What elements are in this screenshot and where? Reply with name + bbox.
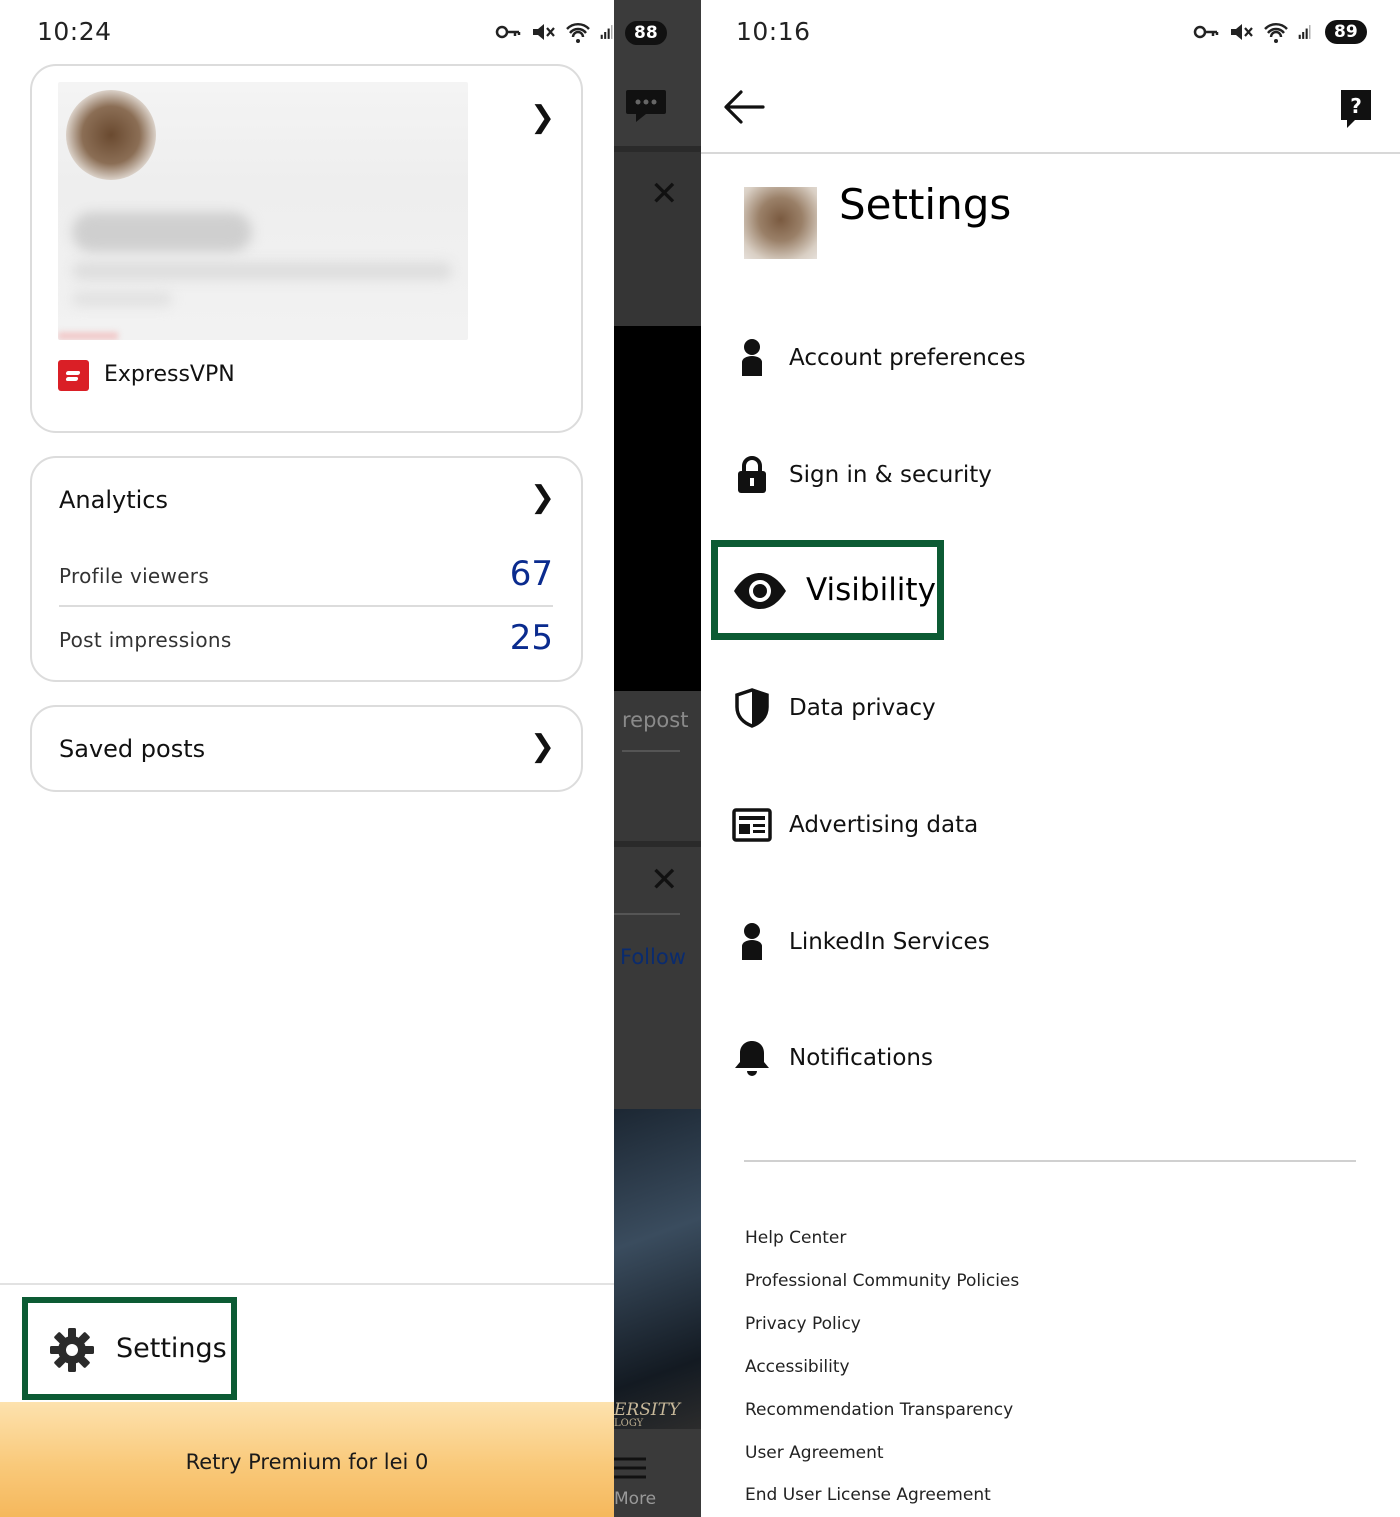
avatar xyxy=(744,187,817,259)
footer-link-user-agreement[interactable]: User Agreement xyxy=(745,1443,884,1463)
menu-item-data-privacy[interactable]: Data privacy xyxy=(731,678,1331,738)
menu-item-label: Advertising data xyxy=(789,812,979,838)
settings-button[interactable]: Settings xyxy=(22,1297,237,1400)
follow-button[interactable]: Follow xyxy=(620,945,686,969)
chevron-right-icon: ❯ xyxy=(530,480,556,515)
menu-item-advertising-data[interactable]: Advertising data xyxy=(731,795,1331,855)
vpn-key-icon xyxy=(1193,25,1219,39)
background-image-text: ERSITY xyxy=(614,1400,681,1420)
battery-indicator: 88 xyxy=(625,21,667,45)
close-icon[interactable]: ✕ xyxy=(650,860,679,900)
close-icon[interactable]: ✕ xyxy=(650,174,679,214)
post-impressions-value[interactable]: 25 xyxy=(510,618,553,658)
footer-link-privacy-policy[interactable]: Privacy Policy xyxy=(745,1314,861,1334)
expressvpn-logo-icon xyxy=(58,360,89,391)
menu-item-label: Sign in & security xyxy=(789,462,992,488)
divider xyxy=(59,605,553,607)
status-bar-icons: 89 xyxy=(1193,20,1367,44)
menu-item-label: Notifications xyxy=(789,1045,933,1071)
status-bar-icons xyxy=(495,20,614,44)
premium-banner[interactable]: Retry Premium for lei 0 xyxy=(0,1402,614,1517)
repost-text[interactable]: repost xyxy=(622,708,688,732)
footer-link-accessibility[interactable]: Accessibility xyxy=(745,1357,850,1377)
menu-item-notifications[interactable]: Notifications xyxy=(731,1028,1331,1088)
profile-card[interactable]: ❯ ExpressVPN xyxy=(30,64,583,433)
chevron-right-icon: ❯ xyxy=(530,100,556,135)
menu-item-linkedin-services[interactable]: LinkedIn Services xyxy=(731,912,1331,972)
battery-indicator: 89 xyxy=(1325,20,1367,44)
back-arrow-icon[interactable] xyxy=(723,88,765,126)
mute-icon xyxy=(533,24,555,40)
newspaper-icon xyxy=(731,804,773,846)
person-icon xyxy=(731,337,773,379)
menu-item-sign-in-security[interactable]: Sign in & security xyxy=(731,445,1331,505)
messaging-icon xyxy=(626,90,666,122)
status-time: 10:16 xyxy=(736,17,811,46)
settings-label: Settings xyxy=(116,1333,227,1364)
shield-icon xyxy=(731,687,773,729)
mute-icon xyxy=(1231,24,1253,40)
chevron-right-icon: ❯ xyxy=(530,729,556,764)
wifi-icon xyxy=(566,23,590,43)
gear-icon xyxy=(50,1328,94,1372)
lock-icon xyxy=(731,454,773,496)
footer-link-eula[interactable]: End User License Agreement xyxy=(745,1485,991,1505)
saved-posts-title: Saved posts xyxy=(59,735,206,763)
profile-blurred-preview xyxy=(58,82,468,340)
background-image-text: LOGY xyxy=(614,1418,644,1429)
analytics-title: Analytics xyxy=(59,486,168,514)
company-name: ExpressVPN xyxy=(104,362,235,387)
menu-item-visibility[interactable]: Visibility xyxy=(711,540,944,640)
footer-link-community-policies[interactable]: Professional Community Policies xyxy=(745,1271,1019,1291)
help-icon[interactable]: ? xyxy=(1339,88,1373,130)
vpn-key-icon xyxy=(495,25,521,39)
profile-viewers-label: Profile viewers xyxy=(59,564,210,588)
footer-link-help-center[interactable]: Help Center xyxy=(745,1228,846,1248)
person-icon xyxy=(731,921,773,963)
divider xyxy=(0,1283,614,1285)
left-phone-screen: 10:24 ❯ ExpressVPN Analytics ❯ Profile v… xyxy=(0,0,614,1517)
menu-item-account-preferences[interactable]: Account preferences xyxy=(731,328,1331,388)
footer-divider xyxy=(744,1160,1356,1162)
menu-item-label: Account preferences xyxy=(789,345,1026,371)
footer-link-recommendation-transparency[interactable]: Recommendation Transparency xyxy=(745,1400,1013,1420)
menu-item-label: Data privacy xyxy=(789,695,936,721)
bell-icon xyxy=(731,1037,773,1079)
premium-banner-label: Retry Premium for lei 0 xyxy=(185,1449,429,1474)
signal-icon xyxy=(1298,25,1311,39)
profile-viewers-value[interactable]: 67 xyxy=(510,554,553,594)
more-text[interactable]: More xyxy=(614,1489,656,1509)
saved-posts-card[interactable]: Saved posts ❯ xyxy=(30,705,583,792)
svg-text:?: ? xyxy=(1350,94,1362,118)
page-title: Settings xyxy=(839,180,1012,229)
menu-item-label: Visibility xyxy=(806,572,936,608)
right-phone-screen: 10:16 89 ? Settings Account preferences … xyxy=(701,0,1400,1517)
signal-icon xyxy=(600,25,613,39)
menu-item-label: LinkedIn Services xyxy=(789,929,990,955)
background-app-strip: 88 ✕ repost ✕ Follow ERSITY LOGY More xyxy=(614,0,701,1517)
header-divider xyxy=(701,152,1400,154)
eye-icon xyxy=(734,573,786,609)
status-time: 10:24 xyxy=(37,17,112,46)
avatar xyxy=(66,90,156,180)
post-impressions-label: Post impressions xyxy=(59,628,232,652)
menu-icon[interactable] xyxy=(614,1456,646,1480)
wifi-icon xyxy=(1264,23,1288,43)
analytics-card[interactable]: Analytics ❯ Profile viewers 67 Post impr… xyxy=(30,456,583,682)
